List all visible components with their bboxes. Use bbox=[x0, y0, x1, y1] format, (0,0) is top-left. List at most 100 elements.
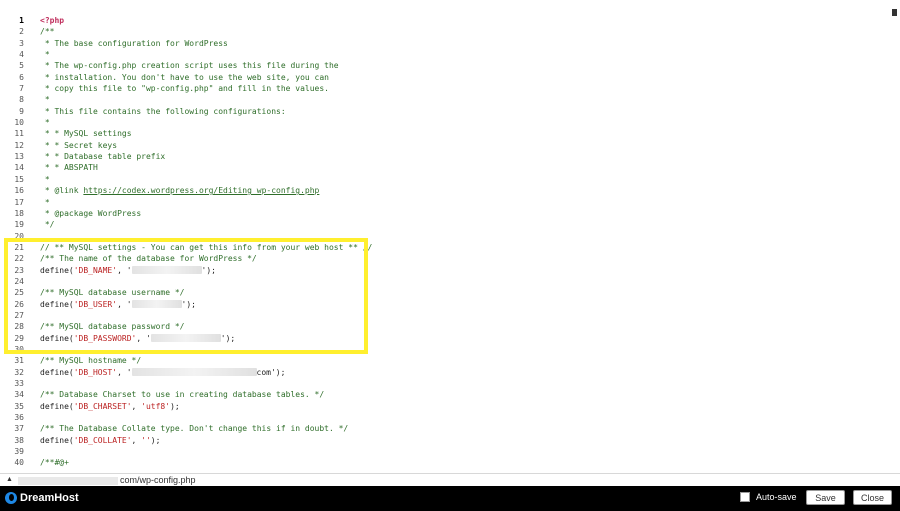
code-text: /** The Database Collate type. Don't cha… bbox=[40, 423, 348, 434]
code-token: /**#@+ bbox=[40, 458, 69, 468]
footer-bar: DreamHost Auto-save Save Close bbox=[0, 486, 900, 511]
code-token: , ' bbox=[136, 333, 151, 343]
autosave-checkbox[interactable] bbox=[740, 492, 750, 502]
line-number: 27 bbox=[14, 310, 24, 320]
save-button[interactable]: Save bbox=[806, 490, 845, 505]
line-number: 5 bbox=[19, 61, 24, 71]
redacted-value bbox=[150, 334, 221, 343]
code-text: * * Database table prefix bbox=[40, 151, 165, 162]
code-token: define( bbox=[40, 435, 74, 445]
code-text: /** MySQL database password */ bbox=[40, 321, 185, 332]
code-token: * The wp-config.php creation script uses… bbox=[40, 61, 339, 71]
code-token: 'DB_USER' bbox=[73, 299, 118, 309]
dreamhost-moon-icon bbox=[5, 492, 17, 504]
scrollbar-handle[interactable] bbox=[892, 9, 897, 16]
code-token: * bbox=[40, 118, 50, 128]
code-token: 'DB_CHARSET' bbox=[73, 401, 132, 411]
redacted-path-prefix bbox=[18, 477, 118, 485]
code-token: '); bbox=[181, 299, 196, 309]
code-token: * * Database table prefix bbox=[40, 152, 166, 162]
code-token: <?php bbox=[40, 16, 65, 25]
code-token: , ' bbox=[117, 299, 132, 309]
code-text: /** MySQL hostname */ bbox=[40, 355, 141, 366]
code-token: * * ABSPATH bbox=[40, 163, 98, 173]
code-token: * @link bbox=[40, 186, 84, 196]
line-number: 34 bbox=[14, 390, 24, 400]
code-token: * bbox=[40, 50, 50, 60]
line-number: 29 bbox=[14, 333, 24, 343]
code-token: /** bbox=[40, 27, 55, 37]
line-number: 23 bbox=[14, 265, 24, 275]
line-number: 37 bbox=[14, 424, 24, 434]
code-token: /** The Database Collate type. Don't cha… bbox=[40, 424, 349, 434]
dreamhost-logo: DreamHost bbox=[5, 491, 79, 505]
redacted-value bbox=[131, 266, 202, 275]
line-number: 14 bbox=[14, 163, 24, 173]
code-token: ); bbox=[150, 435, 161, 445]
code-text: * bbox=[40, 197, 50, 208]
code-text: * * Secret keys bbox=[40, 140, 117, 151]
code-text: * bbox=[40, 174, 50, 185]
code-token: define( bbox=[40, 299, 74, 309]
autosave-toggle[interactable]: Auto-save bbox=[740, 492, 797, 502]
code-token: 'DB_COLLATE' bbox=[73, 435, 132, 445]
code-token: * The base configuration for WordPress bbox=[40, 38, 228, 48]
line-number: 7 bbox=[19, 84, 24, 94]
file-path-bar: ▲ com/wp-config.php bbox=[0, 473, 900, 487]
code-token: // ** MySQL settings - You can get this … bbox=[40, 242, 373, 252]
code-token: * bbox=[40, 197, 50, 207]
autosave-label: Auto-save bbox=[756, 492, 797, 502]
code-text: define('DB_CHARSET', 'utf8'); bbox=[40, 401, 180, 412]
code-token: com'); bbox=[256, 367, 286, 377]
code-editor[interactable]: 1 <?php 2 /** 3 * The base configuration for… bbox=[0, 0, 900, 473]
code-token: /** MySQL database username */ bbox=[40, 288, 185, 298]
code-text: define('DB_PASSWORD', ' '); bbox=[40, 333, 235, 344]
line-number: 1 bbox=[19, 16, 24, 25]
code-text: /** The name of the database for WordPre… bbox=[40, 253, 257, 264]
code-text: * * MySQL settings bbox=[40, 128, 132, 139]
code-text: * bbox=[40, 117, 50, 128]
line-number: 20 bbox=[14, 231, 24, 241]
code-text: define('DB_COLLATE', ''); bbox=[40, 435, 160, 446]
line-number: 25 bbox=[14, 288, 24, 298]
line-number: 21 bbox=[14, 242, 24, 252]
code-text: * copy this file to "wp-config.php" and … bbox=[40, 83, 329, 94]
redacted-value bbox=[131, 300, 182, 309]
code-token: , bbox=[131, 435, 142, 445]
code-text: <?php bbox=[40, 15, 64, 26]
code-token: define( bbox=[40, 265, 74, 275]
file-path: com/wp-config.php bbox=[120, 475, 196, 485]
code-text: */ bbox=[40, 219, 55, 230]
code-token: * installation. You don't have to use th… bbox=[40, 72, 329, 82]
code-text: * @package WordPress bbox=[40, 208, 141, 219]
line-number: 33 bbox=[14, 379, 24, 388]
code-text: // ** MySQL settings - You can get this … bbox=[40, 242, 372, 253]
line-number: 4 bbox=[19, 50, 24, 60]
line-number: 10 bbox=[14, 118, 24, 128]
line-number: 19 bbox=[14, 220, 24, 230]
triangle-up-icon: ▲ bbox=[6, 476, 13, 483]
line-number: 9 bbox=[19, 106, 24, 116]
codex-link[interactable]: https://codex.wordpress.org/Editing_wp-c… bbox=[83, 186, 319, 195]
line-number: 38 bbox=[14, 435, 24, 445]
code-token: '); bbox=[201, 265, 216, 275]
code-token: /** MySQL database password */ bbox=[40, 322, 185, 332]
line-number: 30 bbox=[14, 344, 24, 354]
code-token: 'DB_NAME' bbox=[73, 265, 118, 275]
close-button[interactable]: Close bbox=[853, 490, 892, 505]
code-text: define('DB_HOST', ' com'); bbox=[40, 367, 285, 378]
line-number: 12 bbox=[14, 140, 24, 150]
code-token: * * MySQL settings bbox=[40, 129, 132, 139]
code-token: * * Secret keys bbox=[40, 140, 118, 150]
code-token: 'DB_HOST' bbox=[73, 367, 118, 377]
redacted-value bbox=[131, 368, 257, 377]
line-number: 28 bbox=[14, 322, 24, 332]
line-number: 31 bbox=[14, 356, 24, 366]
code-text: * @link https://codex.wordpress.org/Edit… bbox=[40, 185, 320, 196]
code-text: define('DB_USER', ' '); bbox=[40, 299, 196, 310]
line-number: 3 bbox=[19, 38, 24, 48]
line-number: 22 bbox=[14, 254, 24, 264]
code-token: , ' bbox=[117, 265, 132, 275]
code-token: * bbox=[40, 95, 50, 105]
line-number: 17 bbox=[14, 197, 24, 207]
